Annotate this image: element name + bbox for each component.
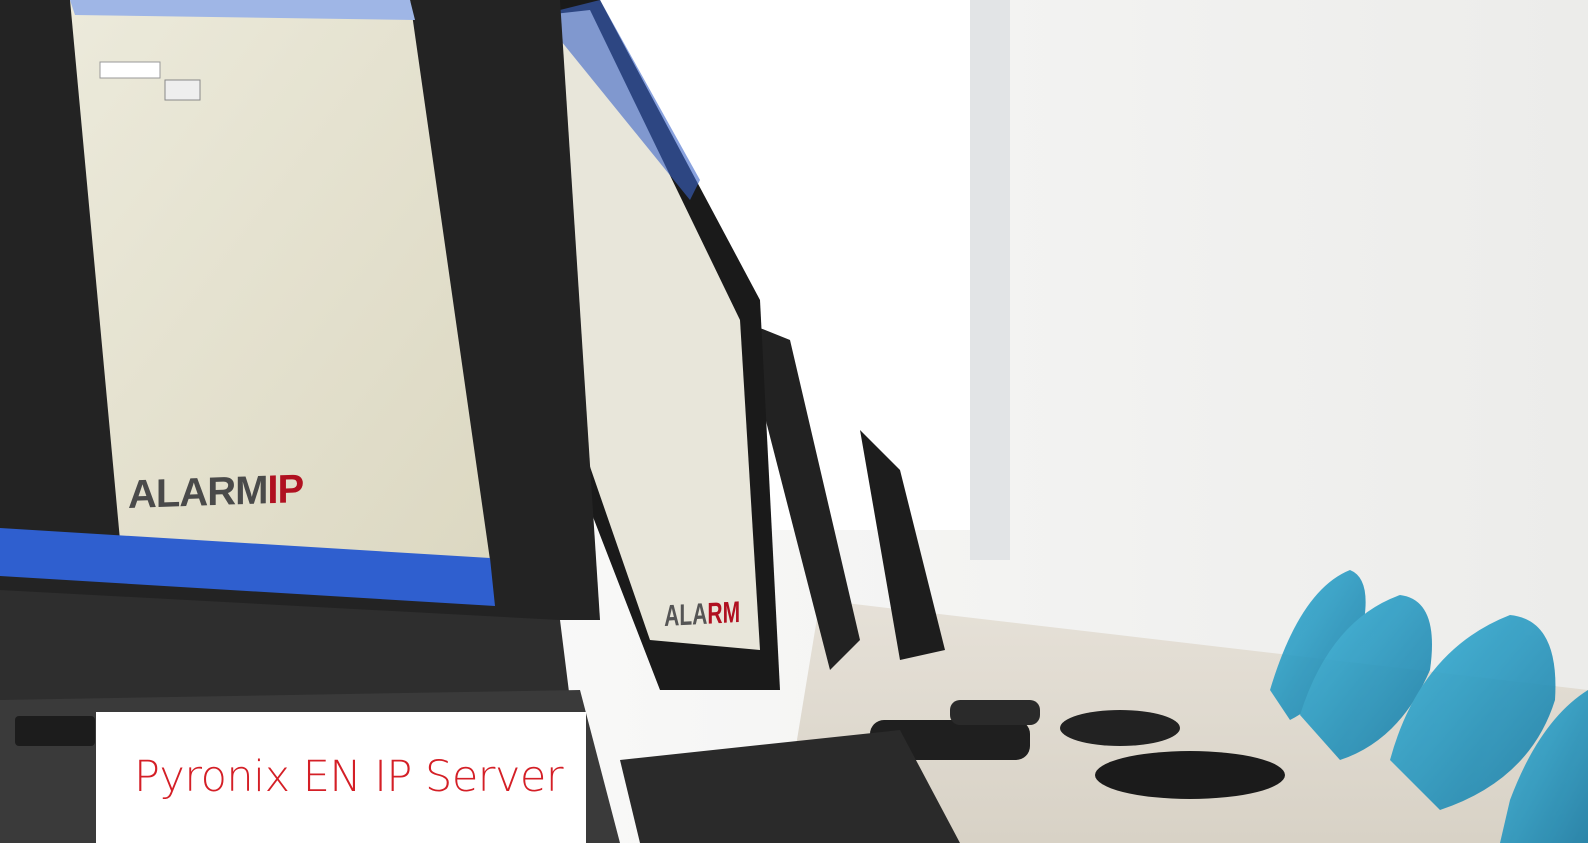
alarmip-logo: ALARMIP xyxy=(128,466,304,518)
product-title: Pyronix EN IP Server xyxy=(134,752,564,802)
caption-box: Pyronix EN IP Server xyxy=(96,712,586,843)
alarmip-logo-small: ALARM xyxy=(664,596,741,633)
hero-banner: ALARMIP ALARM Pyronix EN IP Server xyxy=(0,0,1588,843)
